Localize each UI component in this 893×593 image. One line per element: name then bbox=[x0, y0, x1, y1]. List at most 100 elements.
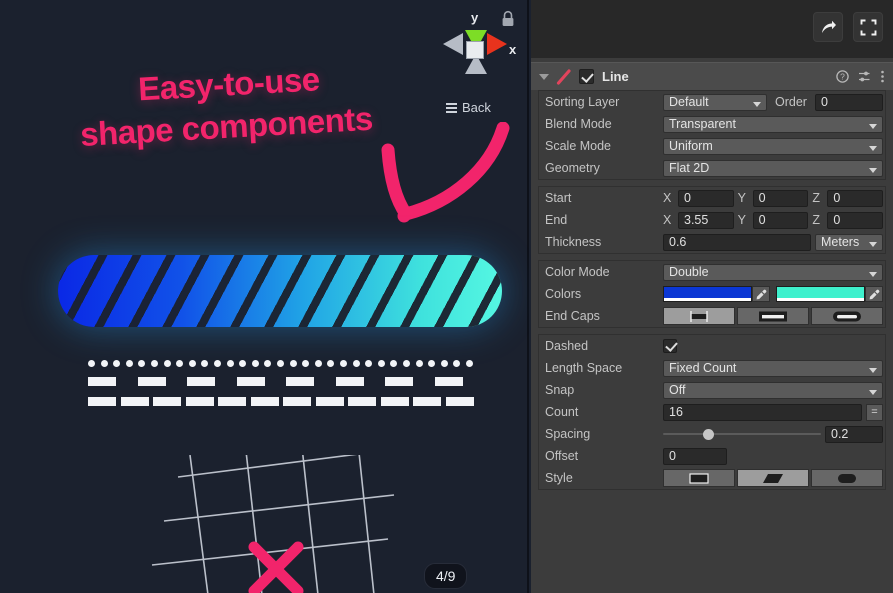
length-space-value: Fixed Count bbox=[669, 361, 737, 375]
dash-style-round-button[interactable] bbox=[811, 469, 883, 487]
fullscreen-button[interactable] bbox=[853, 12, 883, 42]
dash-segment bbox=[236, 377, 265, 386]
inspector-body: Sorting Layer Default Order 0 Blend Mode… bbox=[531, 90, 893, 490]
color-mode-dropdown[interactable]: Double bbox=[663, 263, 883, 281]
blend-mode-dropdown[interactable]: Transparent bbox=[663, 115, 883, 133]
gizmo-axis-x-positive[interactable] bbox=[487, 33, 507, 55]
thickness-field[interactable]: 0.6 bbox=[663, 233, 811, 251]
slider-track bbox=[663, 433, 821, 435]
row-geometry: Geometry Flat 2D bbox=[539, 157, 885, 179]
row-spacing: Spacing 0.2 bbox=[539, 423, 885, 445]
label-color-mode: Color Mode bbox=[545, 265, 610, 279]
gizmo-label-y: y bbox=[471, 10, 479, 25]
chevron-down-icon bbox=[869, 271, 877, 277]
offset-field[interactable]: 0 bbox=[663, 447, 727, 465]
gizmo-center-cube[interactable] bbox=[466, 41, 484, 59]
thickness-unit-dropdown[interactable]: Meters bbox=[815, 233, 883, 251]
share-button[interactable] bbox=[813, 12, 843, 42]
eyedropper-icon bbox=[756, 289, 766, 299]
gizmo-axis-x-negative[interactable] bbox=[443, 33, 463, 55]
dash-dot bbox=[415, 360, 423, 367]
snap-dropdown[interactable]: Off bbox=[663, 381, 883, 399]
geometry-value: Flat 2D bbox=[669, 161, 710, 175]
help-icon[interactable]: ? bbox=[836, 70, 849, 83]
sorting-layer-value: Default bbox=[669, 95, 709, 109]
row-thickness: Thickness 0.6 Meters bbox=[539, 231, 885, 253]
dash-round-icon bbox=[838, 473, 856, 483]
row-color-mode: Color Mode Double bbox=[539, 261, 885, 283]
end-x-field[interactable]: 3.55 bbox=[678, 211, 734, 229]
dash-dot bbox=[88, 360, 95, 367]
label-order: Order bbox=[775, 95, 807, 109]
dash-dot bbox=[100, 360, 108, 367]
dash-preview-dots bbox=[88, 360, 473, 368]
dash-style-angled-button[interactable] bbox=[737, 469, 809, 487]
color-swatch-end[interactable] bbox=[776, 286, 865, 302]
gradient-dashed-capsule-shape bbox=[58, 255, 502, 327]
group-render: Sorting Layer Default Order 0 Blend Mode… bbox=[538, 90, 886, 180]
spacing-field[interactable]: 0.2 bbox=[825, 425, 883, 443]
label-end-caps: End Caps bbox=[545, 309, 600, 323]
dash-dot bbox=[340, 360, 347, 367]
dash-dot bbox=[352, 360, 360, 367]
inspector-panel[interactable]: Line ? Sorting Layer Default Order 0 Ble… bbox=[531, 0, 893, 593]
dash-preview-long bbox=[88, 377, 470, 387]
back-label: Back bbox=[462, 100, 491, 115]
component-header[interactable]: Line ? bbox=[531, 62, 893, 90]
spacing-slider[interactable] bbox=[663, 426, 821, 442]
length-space-dropdown[interactable]: Fixed Count bbox=[663, 359, 883, 377]
dashed-checkbox[interactable] bbox=[663, 339, 677, 353]
dash-dot bbox=[264, 360, 272, 367]
expand-icon bbox=[860, 19, 876, 35]
dash-segment bbox=[153, 397, 181, 406]
dash-dot bbox=[176, 360, 184, 367]
count-field[interactable]: 16 bbox=[663, 403, 862, 421]
dash-segment bbox=[185, 397, 214, 406]
chevron-down-icon bbox=[869, 389, 877, 395]
cap-round-icon bbox=[833, 311, 861, 321]
start-y-field[interactable]: 0 bbox=[752, 189, 809, 207]
row-snap: Snap Off bbox=[539, 379, 885, 401]
component-enabled-checkbox[interactable] bbox=[579, 69, 594, 84]
start-x-field[interactable]: 0 bbox=[678, 189, 734, 207]
eyedropper-start-button[interactable] bbox=[752, 286, 770, 302]
sorting-layer-dropdown[interactable]: Default bbox=[663, 93, 767, 111]
kebab-menu-icon[interactable] bbox=[880, 70, 885, 83]
end-cap-none-button[interactable] bbox=[663, 307, 735, 325]
start-z-field[interactable]: 0 bbox=[827, 189, 884, 207]
dash-segment bbox=[137, 377, 166, 386]
dash-dot bbox=[214, 360, 221, 367]
scene-view[interactable]: y x Back Easy-to-use shape components 4/… bbox=[0, 0, 529, 593]
end-cap-round-button[interactable] bbox=[811, 307, 883, 325]
label-thickness: Thickness bbox=[545, 235, 602, 249]
end-y-field[interactable]: 0 bbox=[752, 211, 809, 229]
dash-segment bbox=[218, 397, 246, 406]
dash-segment bbox=[445, 397, 474, 406]
scale-mode-dropdown[interactable]: Uniform bbox=[663, 137, 883, 155]
group-geometry: Start X 0 Y 0 Z 0 End X 3.55 Y 0 Z 0 Thi… bbox=[538, 186, 886, 254]
dash-dot bbox=[163, 360, 171, 367]
dash-style-square-button[interactable] bbox=[663, 469, 735, 487]
end-cap-square-button[interactable] bbox=[737, 307, 809, 325]
lock-icon[interactable] bbox=[500, 10, 516, 28]
count-equals-button[interactable]: = bbox=[866, 403, 883, 421]
dash-dot bbox=[226, 360, 234, 367]
slider-knob[interactable] bbox=[702, 428, 714, 440]
dash-dot bbox=[188, 360, 196, 367]
row-sorting-layer: Sorting Layer Default Order 0 bbox=[539, 91, 885, 113]
foldout-triangle-icon[interactable] bbox=[539, 73, 549, 80]
dash-dot bbox=[277, 360, 284, 367]
dash-preview-tight bbox=[88, 397, 474, 407]
order-field[interactable]: 0 bbox=[814, 93, 883, 111]
dash-dot bbox=[440, 360, 448, 367]
scene-view-mode-back[interactable]: Back bbox=[446, 100, 491, 115]
geometry-dropdown[interactable]: Flat 2D bbox=[663, 159, 883, 177]
end-z-field[interactable]: 0 bbox=[827, 211, 884, 229]
row-count: Count 16 = bbox=[539, 401, 885, 423]
preset-icon[interactable] bbox=[858, 70, 871, 83]
label-count: Count bbox=[545, 405, 579, 419]
line-component-icon bbox=[556, 68, 571, 85]
eyedropper-end-button[interactable] bbox=[865, 286, 883, 302]
color-swatch-start[interactable] bbox=[663, 286, 752, 302]
chevron-down-icon bbox=[869, 123, 877, 129]
